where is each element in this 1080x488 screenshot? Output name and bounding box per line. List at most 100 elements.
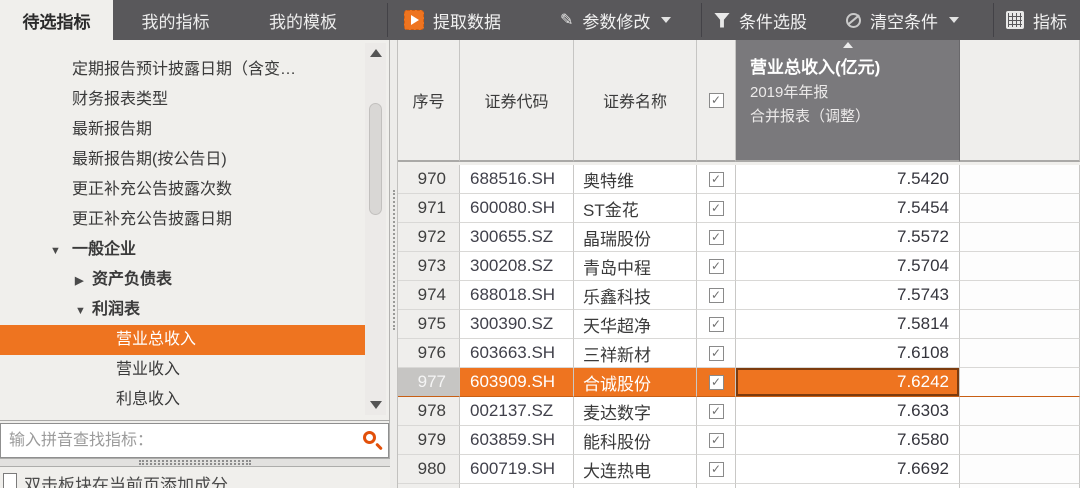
sort-ascending-icon[interactable] — [842, 42, 853, 48]
table-row[interactable]: 976 603663.SH 三祥新材 ✓ 7.6108 — [398, 339, 1080, 368]
tree-expand-icon[interactable]: ▼ — [75, 296, 92, 325]
cell-empty[interactable] — [960, 194, 1080, 223]
panel-splitter[interactable] — [0, 458, 390, 467]
table-row[interactable]: 971 600080.SH ST金花 ✓ 7.5454 — [398, 194, 1080, 223]
tree-item[interactable]: ▼ 利润表 — [0, 295, 366, 325]
cell-name[interactable] — [574, 484, 697, 488]
row-checkbox[interactable]: ✓ — [708, 316, 724, 332]
cell-value[interactable]: 7.6108 — [736, 339, 960, 368]
table-row[interactable]: 978 002137.SZ 麦达数字 ✓ 7.6303 — [398, 397, 1080, 426]
cell-name[interactable]: 乐鑫科技 — [574, 281, 697, 310]
tree-expand-icon[interactable]: ▶ — [75, 266, 92, 295]
add-components-checkbox[interactable] — [3, 473, 17, 488]
cell-empty[interactable] — [960, 426, 1080, 455]
cell-empty[interactable] — [960, 252, 1080, 281]
scroll-up-icon[interactable] — [365, 45, 386, 61]
row-checkbox[interactable]: ✓ — [708, 403, 724, 419]
scrollbar-thumb[interactable] — [369, 103, 382, 215]
table-row[interactable]: 980 600719.SH 大连热电 ✓ 7.6692 — [398, 455, 1080, 484]
cell-name[interactable]: 天华超净 — [574, 310, 697, 339]
row-checkbox[interactable]: ✓ — [708, 200, 724, 216]
cell-seq[interactable]: 977 — [398, 368, 460, 397]
tree-item[interactable]: 利息收入 — [0, 385, 366, 415]
cell-seq[interactable]: 976 — [398, 339, 460, 368]
header-seq[interactable]: 序号 — [398, 40, 460, 162]
cell-name[interactable]: 麦达数字 — [574, 397, 697, 426]
select-all-checkbox[interactable]: ✓ — [708, 92, 724, 108]
search-icon[interactable] — [363, 431, 376, 444]
cell-code[interactable]: 603859.SH — [460, 426, 574, 455]
row-checkbox[interactable]: ✓ — [708, 229, 724, 245]
tree-item[interactable]: 财务报表类型 — [0, 85, 366, 115]
cell-value[interactable]: 7.5743 — [736, 281, 960, 310]
cell-value[interactable]: 7.5420 — [736, 165, 960, 194]
cell-seq[interactable]: 970 — [398, 165, 460, 194]
cell-empty[interactable] — [960, 455, 1080, 484]
cell-code[interactable]: 688018.SH — [460, 281, 574, 310]
row-checkbox[interactable]: ✓ — [708, 171, 724, 187]
tree-item[interactable]: 定期报告预计披露日期（含变… — [0, 55, 366, 85]
row-checkbox[interactable]: ✓ — [708, 374, 724, 390]
search-input[interactable] — [0, 423, 389, 458]
cell-name[interactable]: 晶瑞股份 — [574, 223, 697, 252]
cell-empty[interactable] — [960, 223, 1080, 252]
cell-code[interactable]: 300655.SZ — [460, 223, 574, 252]
tree-item[interactable]: 最新报告期(按公告日) — [0, 145, 366, 175]
filter-stocks-button[interactable]: 条件选股 — [714, 0, 807, 40]
clear-conditions-button[interactable]: 清空条件 — [846, 0, 959, 40]
cell-value-focused[interactable]: 7.6242 — [736, 368, 960, 397]
cell-empty[interactable] — [960, 397, 1080, 426]
tree-item[interactable]: 更正补充公告披露日期 — [0, 205, 366, 235]
cell-name[interactable]: 青岛中程 — [574, 252, 697, 281]
tree-expand-icon[interactable]: ▼ — [50, 236, 72, 265]
cell-code[interactable] — [460, 484, 574, 488]
tree-item[interactable]: 更正补充公告披露次数 — [0, 175, 366, 205]
table-row[interactable]: ✓ — [398, 484, 1080, 488]
cell-code[interactable]: 300208.SZ — [460, 252, 574, 281]
row-checkbox[interactable]: ✓ — [708, 345, 724, 361]
row-checkbox[interactable]: ✓ — [708, 258, 724, 274]
cell-code[interactable]: 688516.SH — [460, 165, 574, 194]
cell-seq[interactable]: 973 — [398, 252, 460, 281]
tab-my-indicators[interactable]: 我的指标 — [113, 0, 238, 40]
cell-empty[interactable] — [960, 165, 1080, 194]
table-row[interactable]: 972 300655.SZ 晶瑞股份 ✓ 7.5572 — [398, 223, 1080, 252]
cell-name[interactable]: 大连热电 — [574, 455, 697, 484]
tree-item[interactable]: 营业收入 — [0, 355, 366, 385]
cell-code[interactable]: 300390.SZ — [460, 310, 574, 339]
scroll-down-icon[interactable] — [365, 397, 386, 413]
tree-item[interactable]: ▼ 一般企业 — [0, 235, 366, 265]
header-select-all[interactable]: ✓ — [697, 40, 736, 162]
header-name[interactable]: 证券名称 — [574, 40, 697, 162]
header-value-column[interactable]: 营业总收入(亿元) 2019年年报 合并报表（调整） — [736, 40, 960, 162]
tree-item-selected[interactable]: 营业总收入 — [0, 325, 366, 355]
cell-seq[interactable]: 975 — [398, 310, 460, 339]
cell-value[interactable]: 7.6692 — [736, 455, 960, 484]
table-row[interactable]: 975 300390.SZ 天华超净 ✓ 7.5814 — [398, 310, 1080, 339]
grid-left-splitter[interactable] — [390, 40, 398, 488]
table-row[interactable]: 973 300208.SZ 青岛中程 ✓ 7.5704 — [398, 252, 1080, 281]
cell-value[interactable]: 7.5572 — [736, 223, 960, 252]
cell-name[interactable]: 三祥新材 — [574, 339, 697, 368]
row-checkbox[interactable]: ✓ — [708, 432, 724, 448]
table-row[interactable]: 979 603859.SH 能科股份 ✓ 7.6580 — [398, 426, 1080, 455]
modify-params-button[interactable]: ✎ 参数修改 — [560, 0, 672, 40]
cell-name[interactable]: 奥特维 — [574, 165, 697, 194]
cell-seq[interactable]: 980 — [398, 455, 460, 484]
table-row-selected[interactable]: 977 603909.SH 合诚股份 ✓ 7.6242 — [398, 368, 1080, 397]
cell-seq[interactable]: 972 — [398, 223, 460, 252]
sidebar-scrollbar[interactable] — [365, 43, 386, 415]
cell-empty[interactable] — [960, 281, 1080, 310]
cell-value[interactable]: 7.5814 — [736, 310, 960, 339]
cell-seq[interactable]: 971 — [398, 194, 460, 223]
header-code[interactable]: 证券代码 — [460, 40, 574, 162]
row-checkbox[interactable]: ✓ — [708, 287, 724, 303]
cell-seq[interactable]: 978 — [398, 397, 460, 426]
cell-code[interactable]: 002137.SZ — [460, 397, 574, 426]
cell-empty[interactable] — [960, 310, 1080, 339]
cell-value[interactable] — [736, 484, 960, 488]
cell-code[interactable]: 603909.SH — [460, 368, 574, 397]
cell-empty[interactable] — [960, 368, 1080, 397]
table-row[interactable]: 974 688018.SH 乐鑫科技 ✓ 7.5743 — [398, 281, 1080, 310]
cell-empty[interactable] — [960, 339, 1080, 368]
